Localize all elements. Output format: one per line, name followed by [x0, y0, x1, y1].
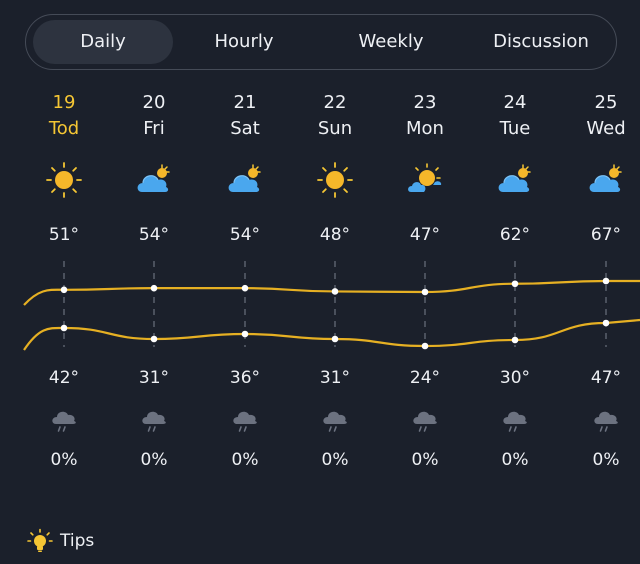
day-column[interactable]: 24 Tue 62° 30° 0%	[475, 90, 555, 470]
high-temp-point	[511, 280, 519, 288]
day-date: 24	[503, 92, 527, 113]
rain-cloud-icon	[114, 406, 194, 436]
low-temp-point	[241, 330, 249, 338]
day-of-week: Wed	[586, 118, 626, 139]
high-temp: 62°	[499, 225, 531, 245]
day-column[interactable]: 21 Sat 54° 36° 0%	[205, 90, 285, 470]
low-temp-point	[511, 336, 519, 344]
high-temp-point	[150, 284, 158, 292]
low-temp-point	[331, 335, 339, 343]
day-of-week: Mon	[406, 118, 444, 139]
high-temp-point	[60, 286, 68, 294]
low-temp: 47°	[590, 368, 622, 388]
day-of-week: Fri	[143, 118, 165, 139]
low-temp: 30°	[499, 368, 531, 388]
day-date: 21	[233, 92, 257, 113]
precip-chance: 0%	[501, 450, 529, 470]
day-of-week: Sun	[317, 118, 353, 139]
day-date: 19	[52, 92, 76, 113]
rain-cloud-icon	[205, 406, 285, 436]
day-date: 25	[594, 92, 618, 113]
high-temp-point	[602, 277, 610, 285]
low-temp: 24°	[409, 368, 441, 388]
precip-chance: 0%	[231, 450, 259, 470]
cloud-sun-icon	[586, 160, 626, 200]
cloud-sun-icon	[495, 160, 535, 200]
day-of-week: Tod	[48, 118, 80, 139]
day-date: 20	[142, 92, 166, 113]
precip-chance: 0%	[411, 450, 439, 470]
high-temp: 54°	[138, 225, 170, 245]
precip-chance: 0%	[321, 450, 349, 470]
rain-cloud-icon	[566, 406, 640, 436]
tab-weekly[interactable]: Weekly	[321, 20, 461, 64]
rain-cloud-icon	[385, 406, 465, 436]
day-column[interactable]: 19 Tod 51° 42° 0%	[24, 90, 104, 470]
temperature-graph	[23, 261, 640, 351]
low-temp-point	[421, 342, 429, 350]
high-temp-point	[421, 288, 429, 296]
low-temp: 42°	[48, 368, 80, 388]
high-temp-point	[241, 284, 249, 292]
day-column[interactable]: 25 Wed 67° 47° 0%	[566, 90, 640, 470]
low-temp: 36°	[229, 368, 261, 388]
low-temp: 31°	[319, 368, 351, 388]
day-column[interactable]: 22 Sun 48° 31° 0%	[295, 90, 375, 470]
precip-chance: 0%	[140, 450, 168, 470]
sun-cloud-icon	[405, 160, 445, 200]
cloud-sun-icon	[134, 160, 174, 200]
lightbulb-icon	[27, 528, 53, 552]
day-of-week: Sat	[230, 118, 260, 139]
day-date: 23	[413, 92, 437, 113]
precip-chance: 0%	[50, 450, 78, 470]
low-temp-point	[602, 319, 610, 327]
sun-icon	[44, 160, 84, 200]
day-column[interactable]: 20 Fri 54° 31° 0%	[114, 90, 194, 470]
low-temp-point	[60, 324, 68, 332]
day-column[interactable]: 23 Mon 47° 24° 0%	[385, 90, 465, 470]
high-temp: 47°	[409, 225, 441, 245]
rain-cloud-icon	[24, 406, 104, 436]
high-temp: 51°	[48, 225, 80, 245]
low-temp: 31°	[138, 368, 170, 388]
high-temp-line	[23, 279, 640, 306]
precip-chance: 0%	[592, 450, 620, 470]
rain-cloud-icon	[475, 406, 555, 436]
low-temp-line	[23, 318, 640, 351]
high-temp-point	[331, 288, 339, 295]
low-temp-point	[150, 335, 158, 343]
high-temp: 48°	[319, 225, 351, 245]
tab-discussion[interactable]: Discussion	[471, 20, 611, 64]
view-tab-bar: Daily Hourly Weekly Discussion	[25, 14, 617, 70]
high-temp: 67°	[590, 225, 622, 245]
rain-cloud-icon	[295, 406, 375, 436]
sun-icon	[315, 160, 355, 200]
day-date: 22	[323, 92, 347, 113]
cloud-sun-icon	[225, 160, 265, 200]
tab-daily[interactable]: Daily	[33, 20, 173, 64]
day-of-week: Tue	[499, 118, 531, 139]
high-temp: 54°	[229, 225, 261, 245]
tab-hourly[interactable]: Hourly	[174, 20, 314, 64]
tips-label: Tips	[60, 531, 95, 551]
